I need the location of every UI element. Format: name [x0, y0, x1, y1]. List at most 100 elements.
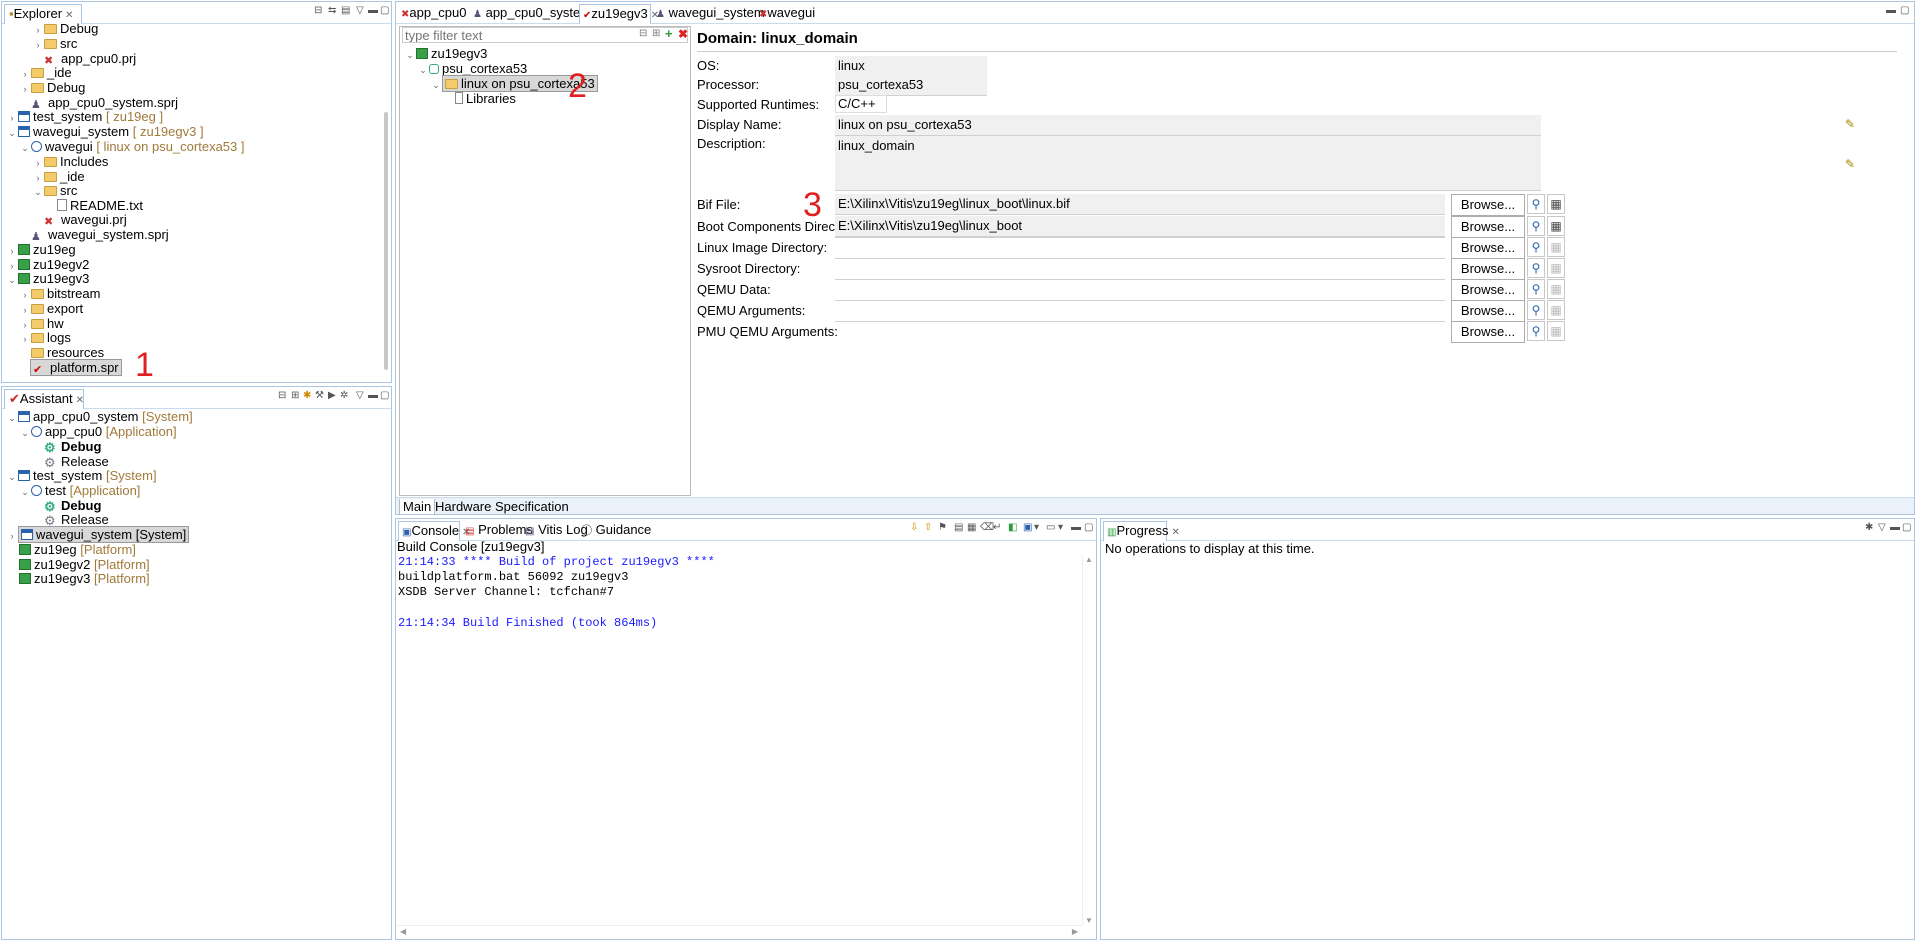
console-output[interactable]: 21:14:33 **** Build of project zu19egv3 … — [397, 555, 1081, 925]
new-console-icon[interactable]: ▭ — [1046, 522, 1055, 533]
collapse-all-icon[interactable]: ⊟ — [314, 5, 322, 16]
open-file-icon[interactable]: ▦ — [1547, 216, 1565, 236]
expand-all-icon[interactable]: ⊞ — [291, 390, 299, 401]
scroll-lock-icon[interactable]: ⇩ — [910, 522, 918, 533]
scroll-up-icon[interactable]: ▲ — [1085, 555, 1093, 564]
display-icon[interactable]: ◧ — [1008, 522, 1017, 533]
maximize-icon[interactable]: ▢ — [380, 5, 389, 16]
chevron-down-icon[interactable]: ▾ — [1058, 522, 1063, 533]
image-input[interactable] — [835, 237, 1445, 238]
expand-all-icon[interactable]: ⊞ — [652, 28, 660, 39]
explorer-scrollbar[interactable] — [384, 112, 388, 370]
runtimes-select[interactable]: C/C++ ⌄ — [835, 95, 887, 126]
minimize-icon[interactable]: ▬ — [1890, 522, 1900, 533]
debug-icon[interactable]: ✲ — [340, 390, 348, 401]
close-icon[interactable]: ✕ — [76, 395, 84, 406]
open-file-icon[interactable]: ▦ — [1547, 279, 1565, 299]
search-icon[interactable]: ⚲ — [1527, 194, 1545, 214]
close-icon[interactable]: ✕ — [1171, 527, 1179, 538]
filter-icon[interactable]: ▤ — [341, 5, 350, 16]
maximize-icon[interactable]: ▢ — [1902, 522, 1911, 533]
scroll-down-icon[interactable]: ▼ — [1085, 916, 1093, 925]
search-icon[interactable]: ⚲ — [1527, 258, 1545, 278]
copy-icon[interactable]: ▤ — [954, 522, 963, 533]
tab-hardware-specification[interactable]: Hardware Specification — [432, 499, 572, 514]
open-file-icon[interactable]: ▦ — [1547, 237, 1565, 257]
view-menu-icon[interactable]: ▽ — [356, 5, 364, 16]
scroll-right-icon[interactable]: ▶ — [1072, 927, 1078, 936]
browse-button-bif[interactable]: Browse... — [1451, 194, 1525, 216]
assistant-item[interactable]: zu19egv3 [Platform] — [19, 570, 150, 588]
chevron-down-icon[interactable]: ▾ — [1034, 522, 1039, 533]
open-console-icon[interactable]: ▣ — [1023, 522, 1032, 533]
tab-progress[interactable]: ▥Progress ✕ — [1103, 521, 1180, 541]
application-icon — [31, 426, 42, 437]
minimize-icon[interactable]: ▬ — [1071, 522, 1081, 533]
scroll-left-icon[interactable]: ◀ — [400, 927, 406, 936]
open-file-icon[interactable]: ▦ — [1547, 321, 1565, 341]
folder-icon — [31, 289, 44, 299]
browse-button-qemu-args[interactable]: Browse... — [1451, 300, 1525, 322]
bif-input[interactable]: E:\Xilinx\Vitis\zu19eg\linux_boot\linux.… — [835, 194, 1445, 215]
remove-icon[interactable]: ✖ — [678, 27, 688, 41]
tree-item-platform-spr[interactable]: ✔ platform.spr — [30, 359, 122, 377]
filter-input[interactable] — [403, 28, 633, 42]
tab-guidance[interactable]: ⓘ Guidance — [578, 521, 655, 541]
run-icon[interactable]: ▶ — [328, 390, 336, 401]
minimize-icon[interactable]: ▬ — [368, 5, 378, 16]
open-file-icon[interactable]: ▦ — [1547, 194, 1565, 214]
build-icon[interactable]: ⚒ — [315, 390, 324, 401]
settings-icon[interactable]: ✱ — [303, 390, 311, 401]
tab-zu19egv3[interactable]: ✔zu19egv3 ✕ — [579, 4, 659, 24]
maximize-icon[interactable]: ▢ — [1900, 5, 1909, 16]
tab-app-cpu0[interactable]: ✖app_cpu0 — [398, 4, 471, 24]
search-icon[interactable]: ⚲ — [1527, 279, 1545, 299]
boot-input[interactable]: E:\Xilinx\Vitis\zu19eg\linux_boot — [835, 216, 1445, 237]
platform-tree-item[interactable]: Libraries — [455, 90, 516, 108]
system-project-icon — [21, 529, 33, 540]
tab-assistant[interactable]: ✔Assistant ✕ — [4, 389, 84, 409]
browse-button-image[interactable]: Browse... — [1451, 237, 1525, 259]
vertical-scrollbar[interactable]: ▲ ▼ — [1082, 555, 1094, 925]
browse-button-sysroot[interactable]: Browse... — [1451, 258, 1525, 280]
up-icon[interactable]: ⇧ — [924, 522, 932, 533]
pmu-input[interactable] — [835, 321, 1445, 322]
search-icon[interactable]: ⚲ — [1527, 300, 1545, 320]
open-file-icon[interactable]: ▦ — [1547, 300, 1565, 320]
horizontal-scrollbar[interactable]: ◀ ▶ — [397, 925, 1081, 937]
tab-wavegui-system[interactable]: ♟ wavegui_system — [653, 4, 769, 24]
search-icon[interactable]: ⚲ — [1527, 237, 1545, 257]
tab-wavegui[interactable]: ✖wavegui — [756, 4, 819, 24]
qemu-args-input[interactable] — [835, 300, 1445, 301]
tab-main[interactable]: Main — [399, 499, 436, 514]
qemu-data-input[interactable] — [835, 279, 1445, 280]
open-file-icon[interactable]: ▦ — [1547, 258, 1565, 278]
paste-icon[interactable]: ▦ — [967, 522, 976, 533]
maximize-icon[interactable]: ▢ — [380, 390, 389, 401]
search-icon[interactable]: ⚲ — [1527, 321, 1545, 341]
pin-icon[interactable]: ⚑ — [938, 522, 947, 533]
view-menu-icon[interactable]: ▽ — [1878, 522, 1886, 533]
edit-icon[interactable]: ✎ — [1841, 115, 1859, 135]
browse-button-pmu[interactable]: Browse... — [1451, 321, 1525, 343]
minimize-icon[interactable]: ▬ — [1886, 5, 1896, 16]
wrap-icon[interactable]: ↵ — [993, 522, 1001, 533]
add-icon[interactable]: + — [665, 26, 673, 41]
search-icon[interactable]: ⚲ — [1527, 216, 1545, 236]
minimize-icon[interactable]: ▬ — [368, 390, 378, 401]
browse-button-qemu-data[interactable]: Browse... — [1451, 279, 1525, 301]
browse-button-boot[interactable]: Browse... — [1451, 216, 1525, 238]
tab-app-cpu0-system[interactable]: ♟ app_cpu0_system — [470, 4, 595, 24]
link-editor-icon[interactable]: ⇆ — [328, 5, 336, 16]
edit-icon[interactable]: ✎ — [1841, 155, 1859, 175]
view-menu-icon[interactable]: ▽ — [356, 390, 364, 401]
sysroot-input[interactable] — [835, 258, 1445, 259]
build-config-icon: ⚙ — [44, 499, 56, 514]
os-label: OS: — [697, 58, 720, 73]
collapse-all-icon[interactable]: ⊟ — [639, 28, 647, 39]
collapse-all-icon[interactable]: ⊟ — [278, 390, 286, 401]
folder-icon — [31, 68, 44, 78]
maximize-icon[interactable]: ▢ — [1084, 522, 1093, 533]
tab-console[interactable]: ▣Console ✕ — [398, 521, 471, 541]
remove-all-icon[interactable]: ✱ — [1865, 522, 1873, 533]
